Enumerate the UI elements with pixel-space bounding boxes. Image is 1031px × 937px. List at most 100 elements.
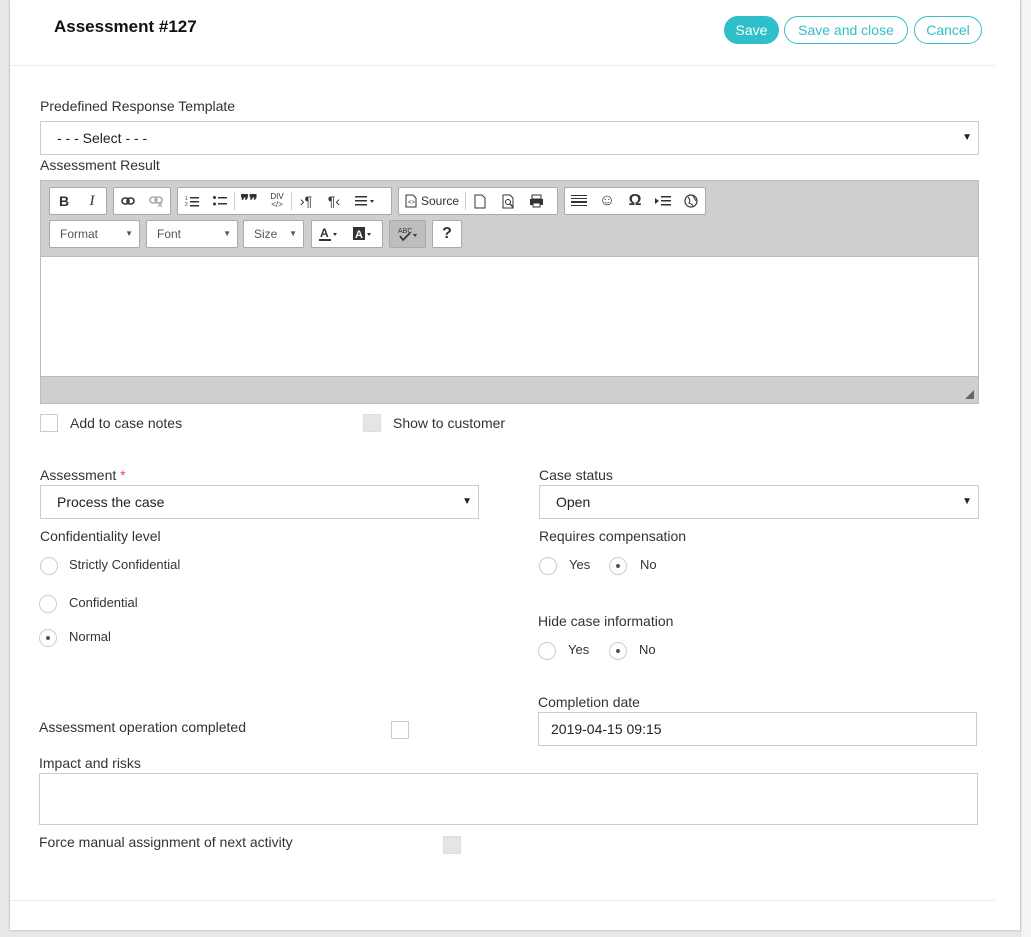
hide-case-information-radio-no[interactable] <box>609 642 627 660</box>
print-icon[interactable] <box>522 188 550 214</box>
assessment-operation-completed-checkbox[interactable] <box>391 721 409 739</box>
toolbar-group-links <box>113 187 171 215</box>
save-and-close-button[interactable]: Save and close <box>784 16 908 44</box>
show-to-customer-label: Show to customer <box>393 415 506 431</box>
resize-handle-icon[interactable] <box>965 390 974 399</box>
italic-icon[interactable]: I <box>78 188 106 214</box>
confidentiality-option-label: Strictly Confidential <box>69 557 181 572</box>
completion-date-input[interactable]: 2019-04-15 09:15 <box>538 712 977 746</box>
source-button[interactable]: <> Source <box>399 194 465 208</box>
template-select[interactable]: - - - Select - - - ▼ <box>40 121 979 155</box>
new-page-icon[interactable] <box>466 188 494 214</box>
blockquote-icon[interactable]: ❞❞ <box>235 188 263 214</box>
font-dropdown-label: Font <box>157 227 182 241</box>
format-dropdown[interactable]: Format ▼ <box>49 220 140 248</box>
horizontal-line-icon[interactable] <box>565 188 593 214</box>
bold-icon[interactable]: B <box>50 188 78 214</box>
hide-case-information-yes-label: Yes <box>568 642 590 657</box>
text-direction-ltr-icon[interactable]: ›¶ <box>292 188 320 214</box>
assessment-result-label: Assessment Result <box>40 157 160 173</box>
toolbar-group-insert: ☺ Ω <box>564 187 706 215</box>
format-dropdown-label: Format <box>60 227 99 241</box>
confidentiality-radio-confidential[interactable] <box>39 595 57 613</box>
assessment-select-value: Process the case <box>57 494 165 510</box>
globe-icon[interactable] <box>677 188 705 214</box>
assessment-dialog: Assessment #127 Save Save and close Canc… <box>10 0 1020 930</box>
assessment-label: Assessment * <box>40 467 126 483</box>
assessment-select[interactable]: Process the case ▼ <box>40 485 479 519</box>
hide-case-information-radio-yes[interactable] <box>538 642 556 660</box>
requires-compensation-label: Requires compensation <box>539 528 687 544</box>
toolbar-group-document: <> Source <box>398 187 558 215</box>
show-to-customer-checkbox[interactable] <box>363 414 381 432</box>
requires-compensation-radio-no[interactable] <box>609 557 627 575</box>
assessment-operation-completed-label: Assessment operation completed <box>39 719 246 735</box>
unlink-icon[interactable] <box>142 188 170 214</box>
size-dropdown-label: Size <box>254 227 278 241</box>
special-character-icon[interactable]: Ω <box>621 188 649 214</box>
svg-text:2: 2 <box>185 202 188 207</box>
chevron-down-icon: ▼ <box>462 496 472 507</box>
numbered-list-icon[interactable]: 12 <box>178 188 206 214</box>
confidentiality-option-label: Normal <box>69 629 111 644</box>
toolbar-group-basic: B I <box>49 187 107 215</box>
confidentiality-option-label: Confidential <box>69 595 138 610</box>
force-manual-assignment-label: Force manual assignment of next activity <box>39 834 293 850</box>
impact-and-risks-textarea[interactable] <box>39 773 978 825</box>
caret-down-icon: ▼ <box>289 229 297 238</box>
div-container-icon[interactable]: DIV </> <box>263 188 291 214</box>
save-button[interactable]: Save <box>724 16 779 44</box>
source-icon: <> <box>405 194 417 208</box>
force-manual-assignment-checkbox[interactable] <box>443 836 461 854</box>
requires-compensation-yes-label: Yes <box>569 557 591 572</box>
chevron-down-icon: ▼ <box>962 496 972 507</box>
editor-status-bar <box>41 376 978 403</box>
confidentiality-radio-normal[interactable] <box>39 629 57 647</box>
requires-compensation-no-label: No <box>640 557 657 572</box>
text-direction-rtl-icon[interactable]: ¶‹ <box>320 188 348 214</box>
assessment-label-text: Assessment <box>40 467 117 483</box>
case-status-label: Case status <box>539 467 613 483</box>
text-color-icon[interactable]: A <box>312 221 346 247</box>
smiley-icon[interactable]: ☺ <box>593 188 621 214</box>
toolbar-group-paragraph: 12 ❞❞ DIV </> ›¶ ¶‹ <box>177 187 392 215</box>
font-dropdown[interactable]: Font ▼ <box>146 220 238 248</box>
cancel-button[interactable]: Cancel <box>914 16 982 44</box>
template-select-value: - - - Select - - - <box>57 130 148 146</box>
confidentiality-radio-strictly-confidential[interactable] <box>40 557 58 575</box>
page-break-icon[interactable] <box>649 188 677 214</box>
page-title: Assessment #127 <box>54 17 197 36</box>
spell-check-icon: ABC <box>390 221 425 247</box>
template-label: Predefined Response Template <box>40 98 236 114</box>
scrollbar[interactable] <box>1020 0 1031 937</box>
requires-compensation-radio-yes[interactable] <box>539 557 557 575</box>
help-button[interactable]: ? <box>432 220 462 248</box>
background-color-icon[interactable]: A <box>346 221 380 247</box>
link-icon[interactable] <box>114 188 142 214</box>
add-to-case-notes-checkbox[interactable] <box>40 414 58 432</box>
hide-case-information-label: Hide case information <box>538 613 674 629</box>
align-justify-icon[interactable] <box>348 188 382 214</box>
completion-date-label: Completion date <box>538 694 640 710</box>
toolbar-group-colors: A A <box>311 220 383 248</box>
preview-icon[interactable] <box>494 188 522 214</box>
svg-text:<>: <> <box>408 200 416 206</box>
impact-and-risks-label: Impact and risks <box>39 755 141 771</box>
svg-text:ABC: ABC <box>398 228 412 235</box>
add-to-case-notes-label: Add to case notes <box>70 415 183 431</box>
case-status-select[interactable]: Open ▼ <box>539 485 979 519</box>
case-status-select-value: Open <box>556 494 591 510</box>
caret-down-icon: ▼ <box>223 229 231 238</box>
source-label: Source <box>421 194 460 208</box>
editor-content-area[interactable] <box>41 257 978 377</box>
editor-toolbar: B I 12 ❞❞ DIV </> ›¶ ¶‹ <> Source ☺ Ω Fo… <box>41 181 978 257</box>
chevron-down-icon: ▼ <box>962 132 972 143</box>
bulleted-list-icon[interactable] <box>206 188 234 214</box>
dialog-header: Assessment #127 Save Save and close Canc… <box>10 0 995 66</box>
caret-down-icon: ▼ <box>125 229 133 238</box>
spell-check-button[interactable]: ABC <box>389 220 426 248</box>
rich-text-editor: B I 12 ❞❞ DIV </> ›¶ ¶‹ <> Source ☺ Ω Fo… <box>40 180 979 404</box>
confidentiality-label: Confidentiality level <box>40 528 161 544</box>
size-dropdown[interactable]: Size ▼ <box>243 220 304 248</box>
required-marker: * <box>120 467 126 483</box>
